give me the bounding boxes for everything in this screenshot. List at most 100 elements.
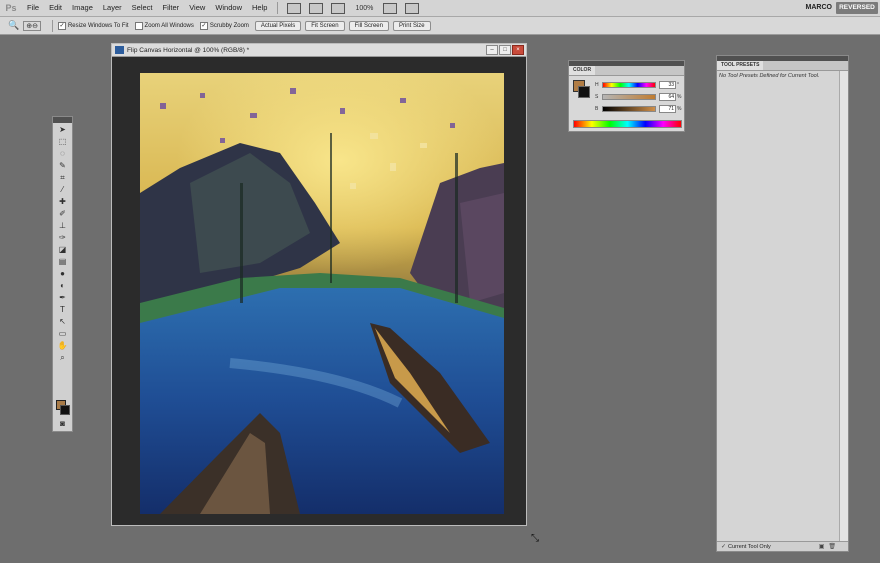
menu-window[interactable]: Window xyxy=(210,0,247,16)
close-icon[interactable]: × xyxy=(512,45,524,55)
crop-icon[interactable]: ⌗ xyxy=(56,172,69,183)
new-preset-icon[interactable]: ▣ xyxy=(819,543,825,550)
resize-windows-checkbox[interactable]: ✓ Resize Windows To Fit xyxy=(57,21,129,30)
shape-icon[interactable]: ▭ xyxy=(56,328,69,339)
workspace-switcher[interactable]: REVERSED xyxy=(836,2,878,14)
menu-separator xyxy=(277,2,279,14)
menu-image[interactable]: Image xyxy=(67,0,98,16)
photoshop-logo: Ps xyxy=(5,3,17,13)
move-icon[interactable]: ➤ xyxy=(56,124,69,135)
dodge-icon[interactable]: ◐ xyxy=(56,280,69,291)
saturation-row: S 64 % xyxy=(595,93,681,101)
saturation-slider[interactable] xyxy=(602,94,656,100)
path-select-icon[interactable]: ↖ xyxy=(56,316,69,327)
menu-layer[interactable]: Layer xyxy=(98,0,127,16)
menu-filter[interactable]: Filter xyxy=(158,0,185,16)
print-size-button[interactable]: Print Size xyxy=(392,20,431,31)
arrange-documents-icon[interactable] xyxy=(383,2,398,14)
view-extras-icon[interactable] xyxy=(331,2,346,14)
quick-mask-icon[interactable]: ◙ xyxy=(56,418,69,429)
blur-icon[interactable]: ● xyxy=(56,268,69,279)
history-brush-icon[interactable]: ✑ xyxy=(56,232,69,243)
current-tool-only-label: Current Tool Only xyxy=(728,543,771,550)
tab-color[interactable]: COLOR xyxy=(569,66,596,75)
gradient-icon[interactable]: ▤ xyxy=(56,256,69,267)
scrubby-zoom-check[interactable]: ✓ xyxy=(199,21,208,30)
minimize-icon[interactable]: – xyxy=(486,45,498,55)
actual-pixels-button[interactable]: Actual Pixels xyxy=(254,20,302,31)
tab-tool-presets[interactable]: TOOL PRESETS xyxy=(717,61,764,70)
mini-bridge-icon[interactable] xyxy=(309,2,324,14)
tool-presets-panel: TOOL PRESETS No Tool Presets Defined for… xyxy=(716,55,849,552)
resize-cursor-icon: ⤡ xyxy=(531,533,539,544)
document-title: Flip Canvas Horizontal @ 100% (RGB/8) * xyxy=(127,46,250,54)
workspace-user[interactable]: MARCO xyxy=(806,0,832,16)
marquee-icon[interactable]: ⬚ xyxy=(56,136,69,147)
color-bg-swatch[interactable] xyxy=(578,86,590,98)
color-panel-tabs: COLOR xyxy=(569,66,684,76)
eyedropper-icon[interactable]: ⁄ xyxy=(56,184,69,195)
tools-panel: ➤ ⬚ ◌ ✎ ⌗ ⁄ ✚ ✐ ⊥ ✑ ◪ ▤ ● ◐ ✒ T ↖ ▭ ✋ ⌕ … xyxy=(52,116,73,432)
brush-icon[interactable]: ✐ xyxy=(56,208,69,219)
color-spectrum-bar[interactable] xyxy=(573,120,682,128)
painting-canvas[interactable] xyxy=(140,73,504,514)
resize-windows-check[interactable]: ✓ xyxy=(57,21,66,30)
zoom-tool-icon[interactable]: 🔍 xyxy=(8,20,19,31)
menu-help[interactable]: Help xyxy=(247,0,272,16)
document-icon xyxy=(115,46,124,54)
maximize-icon[interactable]: □ xyxy=(499,45,511,55)
quick-select-icon[interactable]: ✎ xyxy=(56,160,69,171)
hue-slider[interactable] xyxy=(602,82,656,88)
brightness-slider[interactable] xyxy=(602,106,656,112)
options-bar: 🔍 ⊕⊖ ✓ Resize Windows To Fit Zoom All Win… xyxy=(0,17,880,35)
fit-screen-button[interactable]: Fit Screen xyxy=(305,20,345,31)
menu-edit[interactable]: Edit xyxy=(44,0,67,16)
background-color-swatch[interactable] xyxy=(60,405,70,415)
hue-unit: ° xyxy=(677,82,679,88)
options-separator xyxy=(51,19,53,32)
zoom-all-label: Zoom All Windows xyxy=(144,22,194,29)
window-controls: – □ × xyxy=(485,45,524,55)
document-title-bar[interactable]: Flip Canvas Horizontal @ 100% (RGB/8) * … xyxy=(112,44,526,57)
pen-icon[interactable]: ✒ xyxy=(56,292,69,303)
color-panel: COLOR H 33 ° S 64 % B 71 % xyxy=(568,60,685,132)
menu-file[interactable]: File xyxy=(22,0,44,16)
zoom-icon[interactable]: ⌕ xyxy=(56,352,69,363)
eraser-icon[interactable]: ◪ xyxy=(56,244,69,255)
resize-windows-label: Resize Windows To Fit xyxy=(67,22,129,29)
menu-bar: Ps File Edit Image Layer Select Filter V… xyxy=(0,0,880,17)
hand-icon[interactable]: ✋ xyxy=(56,340,69,351)
tool-presets-message: No Tool Presets Defined for Current Tool… xyxy=(719,73,820,79)
type-icon[interactable]: T xyxy=(56,304,69,315)
lasso-icon[interactable]: ◌ xyxy=(56,148,69,159)
brightness-row: B 71 % xyxy=(595,105,681,113)
bridge-icon[interactable] xyxy=(287,2,302,14)
scrubby-zoom-label: Scrubby Zoom xyxy=(209,22,249,29)
scrubby-zoom-checkbox[interactable]: ✓ Scrubby Zoom xyxy=(199,21,249,30)
brightness-unit: % xyxy=(677,106,682,112)
zoom-in-out-icon[interactable]: ⊕⊖ xyxy=(23,20,41,31)
zoom-all-windows-checkbox[interactable]: Zoom All Windows xyxy=(134,21,194,30)
document-window: Flip Canvas Horizontal @ 100% (RGB/8) * … xyxy=(111,43,527,526)
delete-preset-icon[interactable]: 🗑 xyxy=(828,543,836,550)
zoom-level[interactable]: 100% xyxy=(355,5,373,12)
fill-screen-button[interactable]: Fill Screen xyxy=(348,20,389,31)
screen-mode-icon[interactable] xyxy=(405,2,420,14)
current-tool-only-check[interactable]: ✓ xyxy=(721,543,726,550)
zoom-all-check[interactable] xyxy=(134,21,143,30)
menu-view[interactable]: View xyxy=(184,0,210,16)
saturation-unit: % xyxy=(677,94,682,100)
stamp-icon[interactable]: ⊥ xyxy=(56,220,69,231)
tools-panel-header[interactable] xyxy=(53,117,72,123)
tool-presets-footer: ✓ Current Tool Only ▣ 🗑 xyxy=(717,541,848,551)
brightness-value[interactable]: 71 xyxy=(659,105,676,113)
menu-select[interactable]: Select xyxy=(127,0,158,16)
hue-row: H 33 ° xyxy=(595,81,679,89)
hue-value[interactable]: 33 xyxy=(659,81,676,89)
healing-icon[interactable]: ✚ xyxy=(56,196,69,207)
brightness-label: B xyxy=(595,106,599,112)
saturation-value[interactable]: 64 xyxy=(659,93,676,101)
saturation-label: S xyxy=(595,94,599,100)
tool-presets-scrollbar[interactable] xyxy=(839,71,848,541)
tool-presets-tabs: TOOL PRESETS xyxy=(717,61,848,71)
